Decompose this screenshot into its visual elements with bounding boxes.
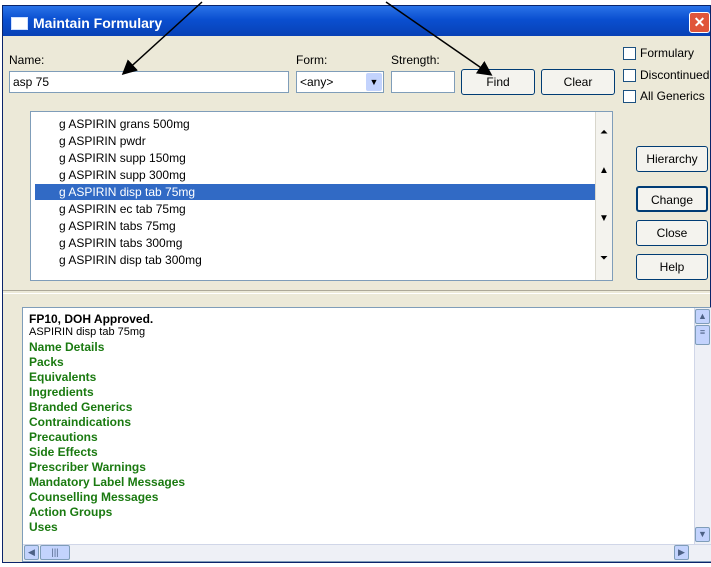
- results-list[interactable]: g ASPIRIN grans 500mg g ASPIRIN pwdr g A…: [30, 111, 613, 281]
- find-button[interactable]: Find: [461, 69, 535, 95]
- change-button[interactable]: Change: [636, 186, 708, 212]
- formulary-checkbox[interactable]: Formulary: [623, 46, 694, 60]
- section-link-branded-generics[interactable]: Branded Generics: [29, 400, 132, 414]
- section-link-counselling-messages[interactable]: Counselling Messages: [29, 490, 158, 504]
- title-bar[interactable]: Maintain Formulary ✕: [3, 6, 710, 36]
- section-link-contraindications[interactable]: Contraindications: [29, 415, 131, 429]
- list-item[interactable]: g ASPIRIN disp tab 300mg: [35, 252, 606, 268]
- splitter[interactable]: [3, 290, 710, 294]
- details-panel[interactable]: FP10, DOH Approved. ASPIRIN disp tab 75m…: [22, 307, 711, 562]
- section-link-uses[interactable]: Uses: [29, 520, 58, 534]
- checkbox-box[interactable]: [623, 46, 636, 60]
- section-link-prescriber-warnings[interactable]: Prescriber Warnings: [29, 460, 146, 474]
- all-generics-label: All Generics: [640, 89, 705, 103]
- list-item-selected[interactable]: g ASPIRIN disp tab 75mg: [35, 184, 606, 200]
- scroll-down-icon[interactable]: ▼: [597, 212, 611, 226]
- hierarchy-button[interactable]: Hierarchy: [636, 146, 708, 172]
- clear-button[interactable]: Clear: [541, 69, 615, 95]
- chevron-down-icon[interactable]: ▼: [366, 73, 382, 91]
- list-item[interactable]: g ASPIRIN pwdr: [35, 133, 606, 149]
- list-item[interactable]: g ASPIRIN tabs 300mg: [35, 235, 606, 251]
- section-link-action-groups[interactable]: Action Groups: [29, 505, 112, 519]
- form-label: Form:: [296, 53, 328, 67]
- product-name: ASPIRIN disp tab 75mg: [29, 326, 146, 338]
- results-scrollbar[interactable]: ⏶ ▲ ▼ ⏷: [595, 112, 612, 280]
- section-link-mandatory-label-messages[interactable]: Mandatory Label Messages: [29, 475, 185, 489]
- list-item[interactable]: g ASPIRIN grans 500mg: [35, 116, 606, 132]
- scroll-bottom-icon[interactable]: ⏷: [597, 252, 611, 266]
- checkbox-box[interactable]: [623, 68, 636, 82]
- close-button[interactable]: Close: [636, 220, 708, 246]
- form-select-value: <any>: [300, 75, 334, 89]
- name-label: Name:: [9, 53, 45, 67]
- window-title: Maintain Formulary: [33, 15, 163, 31]
- close-window-button[interactable]: ✕: [689, 12, 710, 33]
- section-link-name-details[interactable]: Name Details: [29, 340, 104, 354]
- strength-label: Strength:: [391, 53, 440, 67]
- scroll-right-icon[interactable]: ▶: [674, 545, 689, 560]
- section-link-side-effects[interactable]: Side Effects: [29, 445, 98, 459]
- window-icon: [11, 17, 28, 30]
- help-button[interactable]: Help: [636, 254, 708, 280]
- name-input[interactable]: asp 75: [9, 71, 289, 93]
- details-vertical-scrollbar[interactable]: ▲ ≡ ▼: [694, 308, 711, 544]
- section-link-packs[interactable]: Packs: [29, 355, 64, 369]
- all-generics-checkbox[interactable]: All Generics: [623, 89, 705, 103]
- scroll-top-icon[interactable]: ⏶: [597, 126, 611, 140]
- scroll-up-icon[interactable]: ▲: [695, 309, 710, 324]
- list-item[interactable]: g ASPIRIN ec tab 75mg: [35, 201, 606, 217]
- scroll-thumb[interactable]: |||: [40, 545, 70, 560]
- scroll-left-icon[interactable]: ◀: [24, 545, 39, 560]
- section-link-equivalents[interactable]: Equivalents: [29, 370, 96, 384]
- list-item[interactable]: g ASPIRIN supp 150mg: [35, 150, 606, 166]
- discontinued-label: Discontinued: [640, 68, 710, 82]
- form-select[interactable]: <any> ▼: [296, 71, 384, 93]
- maintain-formulary-window: Maintain Formulary ✕ Name: asp 75 Form: …: [2, 5, 711, 563]
- section-link-precautions[interactable]: Precautions: [29, 430, 98, 444]
- scroll-thumb[interactable]: ≡: [695, 325, 710, 345]
- checkbox-box[interactable]: [623, 89, 636, 103]
- details-horizontal-scrollbar[interactable]: ◀ ||| ▶: [23, 544, 711, 561]
- scroll-down-icon[interactable]: ▼: [695, 527, 710, 542]
- list-item[interactable]: g ASPIRIN supp 300mg: [35, 167, 606, 183]
- scroll-up-icon[interactable]: ▲: [597, 164, 611, 178]
- approval-status: FP10, DOH Approved.: [29, 312, 154, 326]
- discontinued-checkbox[interactable]: Discontinued: [623, 68, 709, 82]
- section-link-ingredients[interactable]: Ingredients: [29, 385, 94, 399]
- formulary-label: Formulary: [640, 46, 695, 60]
- strength-input[interactable]: [391, 71, 455, 93]
- list-item[interactable]: g ASPIRIN tabs 75mg: [35, 218, 606, 234]
